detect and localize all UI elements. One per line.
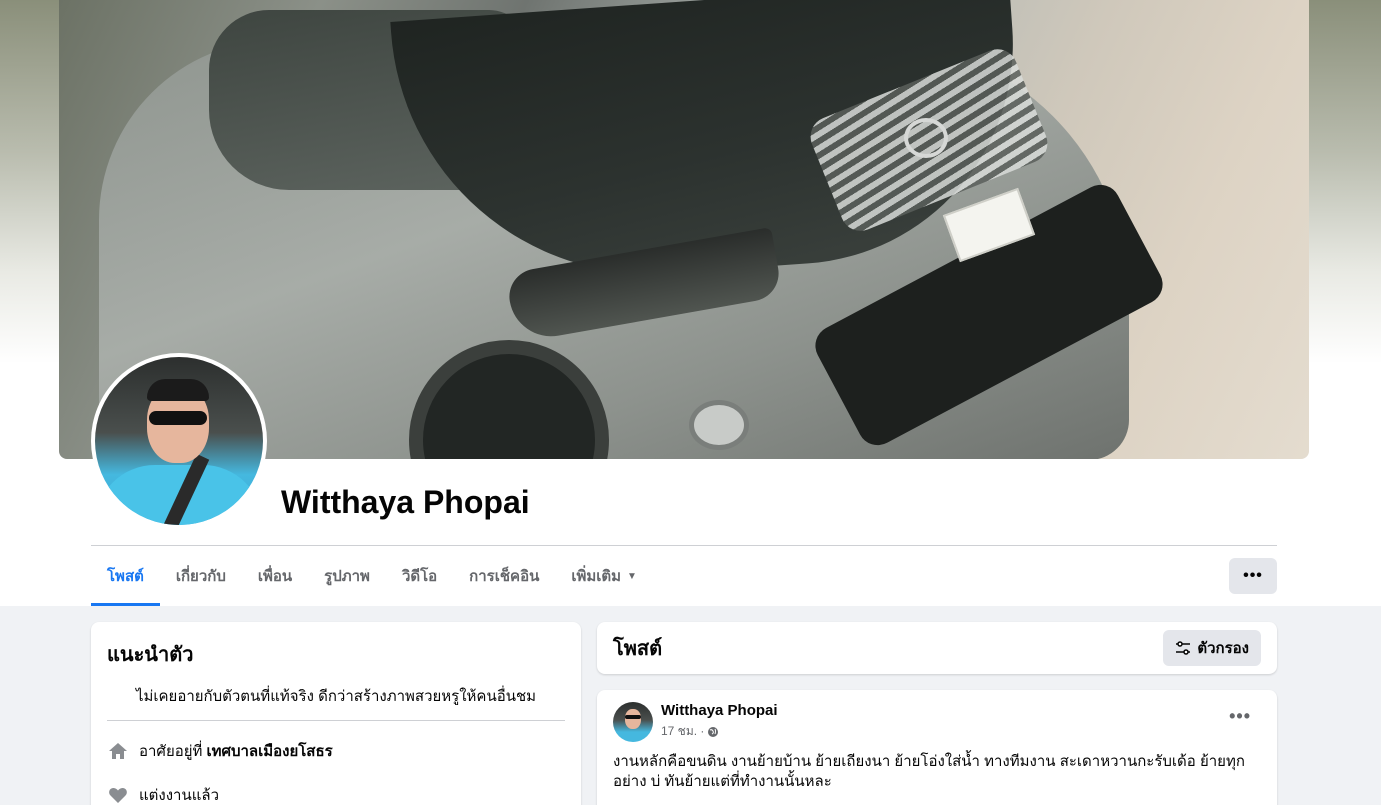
profile-header: Witthaya Phopai (0, 0, 1381, 606)
profile-tabs: โพสต์ เกี่ยวกับ เพื่อน รูปภาพ วิดีโอ การ… (91, 546, 653, 606)
post-avatar-face (625, 709, 641, 729)
tab-label: เกี่ยวกับ (175, 568, 226, 585)
post-author-name[interactable]: Witthaya Phopai (661, 702, 778, 719)
filter-icon (1176, 641, 1191, 655)
filter-label: ตัวกรอง (1197, 640, 1249, 657)
posts-header-card: โพสต์ ตัวกรอง (597, 622, 1277, 674)
post-meta: Witthaya Phopai 17 ชม. · (661, 702, 778, 741)
cover-car-emblem (904, 118, 948, 158)
posts-title: โพสต์ (613, 638, 663, 660)
tab-posts[interactable]: โพสต์ (91, 546, 160, 606)
intro-title: แนะนำตัว (107, 644, 194, 666)
tab-checkins[interactable]: การเช็คอิน (453, 546, 555, 606)
location-link[interactable]: เทศบาลเมืองยโสธร (206, 739, 332, 763)
tab-label: เพื่อน (257, 568, 293, 585)
post-author-avatar[interactable] (613, 702, 653, 742)
intro-location-row: อาศัยอยู่ที่ เทศบาลเมืองยโสธร (107, 739, 565, 763)
heart-icon (107, 784, 129, 805)
tab-about[interactable]: เกี่ยวกับ (160, 546, 242, 606)
avatar-hair (147, 379, 209, 401)
tab-more[interactable]: เพิ่มเติม ▼ (555, 546, 653, 606)
tab-label: โพสต์ (107, 568, 144, 585)
post-menu-button[interactable]: ••• (1229, 706, 1251, 727)
avatar-sunglasses (149, 411, 207, 425)
post-timestamp[interactable]: 17 ชม. · (661, 722, 778, 741)
profile-name: Witthaya Phopai (281, 484, 530, 520)
post-header: Witthaya Phopai 17 ชม. · ••• (613, 702, 1261, 742)
tab-photos[interactable]: รูปภาพ (308, 546, 386, 606)
post-card: Witthaya Phopai 17 ชม. · ••• งานหลักคือข… (597, 690, 1277, 805)
profile-more-button[interactable]: ••• (1229, 558, 1277, 594)
tab-videos[interactable]: วิดีโอ (386, 546, 453, 606)
profile-picture[interactable] (91, 353, 267, 529)
location-prefix: อาศัยอยู่ที่ (139, 743, 203, 760)
intro-relationship-row: แต่งงานแล้ว (107, 783, 565, 805)
cover-car-foglight (689, 400, 749, 450)
globe-icon (708, 726, 719, 737)
tab-label: เพิ่มเติม (571, 568, 622, 585)
tab-label: วิดีโอ (401, 568, 438, 585)
post-avatar-sunglasses (625, 715, 641, 719)
intro-card: แนะนำตัว ไม่เคยอายกับตัวตนที่แท้จริง ดีก… (91, 622, 581, 805)
tab-friends[interactable]: เพื่อน (242, 546, 308, 606)
profile-picture-image (95, 357, 263, 525)
post-time-text: 17 ชม. · (661, 724, 705, 738)
tab-label: การเช็คอิน (469, 568, 540, 585)
post-text: งานหลักคือขนดิน งานย้ายบ้าน ย้ายเถียงนา … (613, 753, 1245, 790)
relationship-status: แต่งงานแล้ว (139, 787, 220, 804)
caret-down-icon: ▼ (627, 570, 637, 582)
home-icon (107, 740, 129, 762)
filter-button[interactable]: ตัวกรอง (1163, 630, 1261, 666)
tab-label: รูปภาพ (324, 568, 370, 585)
intro-bio: ไม่เคยอายกับตัวตนที่แท้จริง ดีกว่าสร้างภ… (107, 684, 565, 721)
